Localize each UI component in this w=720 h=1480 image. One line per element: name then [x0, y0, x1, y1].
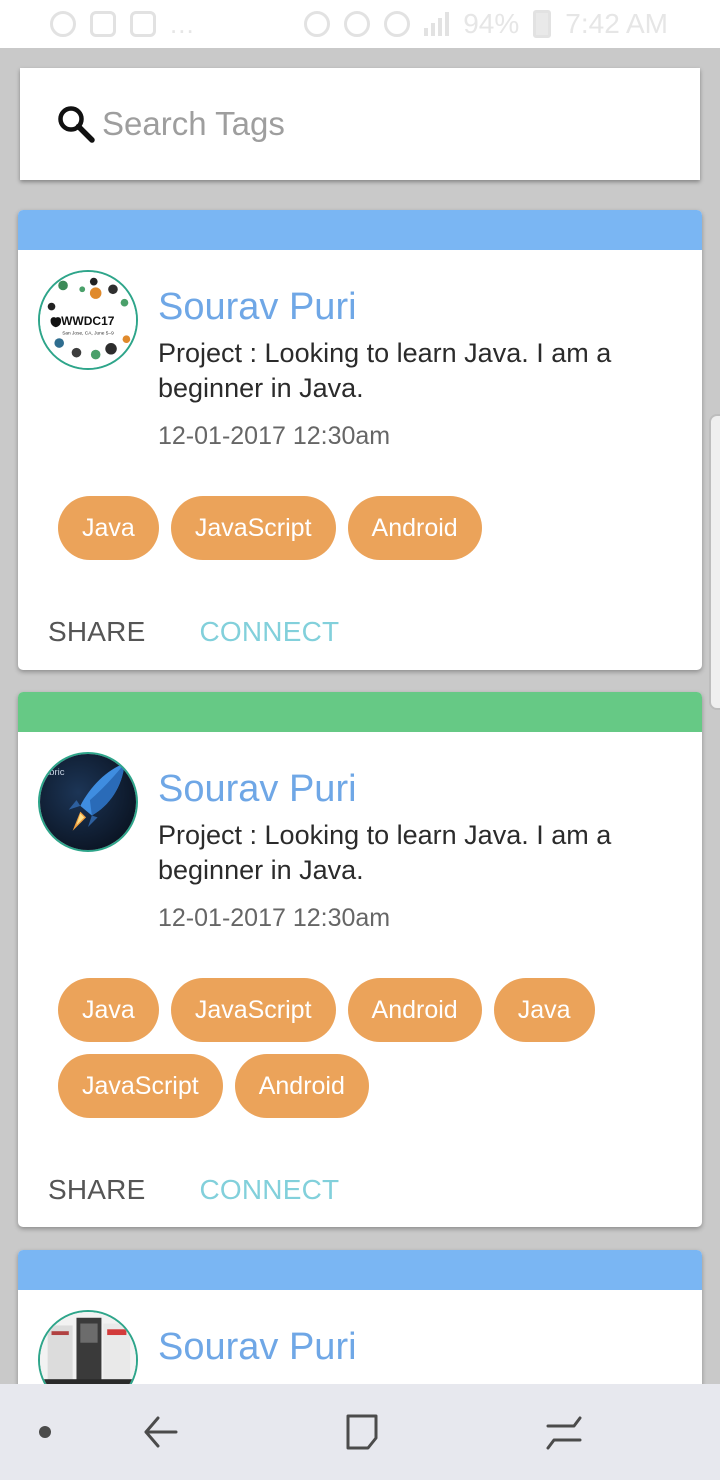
wifi-icon [384, 11, 411, 37]
rocket-avatar: abric [40, 754, 136, 850]
tag-chip[interactable]: Android [234, 1054, 369, 1118]
cast-icon [130, 11, 156, 37]
clock: 7:42 AM [565, 8, 668, 39]
search-icon [58, 106, 95, 143]
back-icon[interactable] [136, 1408, 184, 1456]
card-color-band [18, 692, 702, 732]
tag-chip[interactable]: Android [347, 978, 482, 1042]
more-notifications: ... [170, 8, 195, 39]
card-actions: SHARE CONNECT [48, 616, 339, 648]
search-input[interactable] [102, 94, 662, 154]
wwdc17-title: WWDC17 [61, 314, 115, 328]
tag-chip[interactable]: Android [347, 496, 482, 560]
edge-panel-handle[interactable] [709, 414, 720, 710]
card-actions: SHARE CONNECT [48, 1174, 339, 1206]
avatar[interactable]: WWDC17 San Jose, CA, June 5–9 [38, 270, 138, 370]
battery-percent: 94% [463, 8, 520, 39]
tag-chip[interactable]: Java [493, 978, 595, 1042]
recents-icon[interactable] [338, 1408, 386, 1456]
tag-chip[interactable]: Java [58, 496, 159, 560]
user-name[interactable]: Sourav Puri [158, 768, 357, 811]
avatar-caption: abric [44, 767, 65, 778]
signal-icon [424, 12, 450, 36]
post-card: abric Sourav Puri Project : Looking to l… [18, 692, 702, 1227]
search-bar[interactable] [20, 68, 700, 180]
screen: ... 94% 7:42 AM Search Tags WWDC17 San J… [0, 0, 720, 1480]
post-card: WWDC17 San Jose, CA, June 5–9 Sourav Pur… [18, 210, 702, 670]
share-button[interactable]: SHARE [48, 616, 145, 648]
gallery-icon [90, 11, 116, 37]
tag-chip[interactable]: JavaScript [58, 1054, 223, 1118]
battery-icon [533, 10, 552, 38]
tag-chip[interactable]: Java [58, 978, 159, 1042]
user-name[interactable]: Sourav Puri [158, 1326, 357, 1369]
alarm-icon [344, 11, 371, 37]
tag-list: Java JavaScript Android [58, 496, 658, 560]
avatar[interactable]: abric [38, 752, 138, 852]
mute-icon [304, 11, 331, 37]
card-color-band [18, 210, 702, 250]
tag-list: Java JavaScript Android Java JavaScript … [58, 978, 658, 1118]
home-dot-icon[interactable] [39, 1426, 51, 1438]
tag-chip[interactable]: JavaScript [170, 496, 336, 560]
tag-chip[interactable]: JavaScript [170, 978, 336, 1042]
post-date: 12-01-2017 12:30am [158, 422, 391, 450]
whatsapp-icon [50, 11, 76, 37]
user-name[interactable]: Sourav Puri [158, 286, 357, 329]
wwdc17-subtitle: San Jose, CA, June 5–9 [62, 330, 114, 336]
project-description: Project : Looking to learn Java. I am a … [158, 820, 612, 885]
post-date: 12-01-2017 12:30am [158, 904, 391, 932]
switch-icon[interactable] [540, 1408, 588, 1456]
wwdc17-avatar: WWDC17 San Jose, CA, June 5–9 [40, 272, 136, 368]
status-bar: ... 94% 7:42 AM [0, 0, 720, 48]
connect-button[interactable]: CONNECT [199, 1174, 339, 1206]
connect-button[interactable]: CONNECT [199, 616, 339, 648]
share-button[interactable]: SHARE [48, 1174, 145, 1206]
project-description: Project : Looking to learn Java. I am a … [158, 338, 612, 403]
card-color-band [18, 1250, 702, 1290]
